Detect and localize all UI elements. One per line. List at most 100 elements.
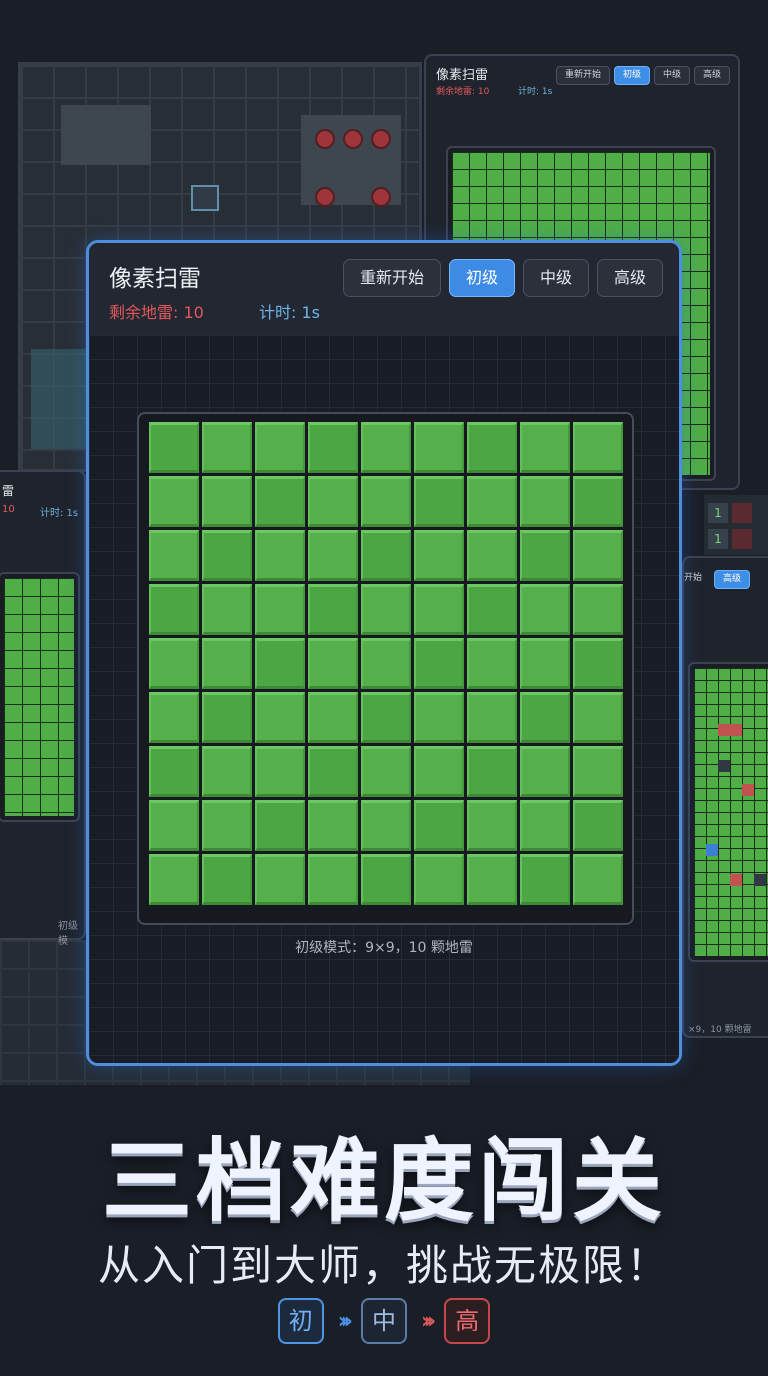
minefield-tile[interactable]: [255, 638, 305, 689]
minefield-tile[interactable]: [149, 422, 199, 473]
minefield-tile[interactable]: [573, 422, 623, 473]
minefield-tile[interactable]: [255, 746, 305, 797]
minefield-tile[interactable]: [361, 422, 411, 473]
minefield-tile[interactable]: [467, 692, 517, 743]
minefield-tile[interactable]: [149, 638, 199, 689]
minefield-tile[interactable]: [520, 854, 570, 905]
minefield-tile[interactable]: [520, 476, 570, 527]
minefield-tile[interactable]: [573, 854, 623, 905]
beginner-button[interactable]: 初级: [448, 259, 515, 297]
minefield-tile[interactable]: [573, 530, 623, 581]
intermediate-button[interactable]: 中级: [522, 259, 589, 297]
minefield-tile[interactable]: [149, 800, 199, 851]
preview-beginner-button[interactable]: 初级: [613, 66, 650, 85]
minefield-tile[interactable]: [149, 746, 199, 797]
revealed-mine-cell: [718, 724, 730, 736]
minefield-tile[interactable]: [308, 638, 358, 689]
preview-board: [688, 662, 768, 962]
preview-restart-button[interactable]: 重新开始: [555, 66, 610, 85]
minefield-tile[interactable]: [414, 692, 464, 743]
minefield-tile[interactable]: [573, 746, 623, 797]
minefield-tile[interactable]: [520, 530, 570, 581]
minefield-tile[interactable]: [149, 476, 199, 527]
preview-intermediate-button[interactable]: 中级: [653, 66, 690, 85]
minefield-tile[interactable]: [308, 854, 358, 905]
minefield-tile[interactable]: [573, 476, 623, 527]
minefield-tile[interactable]: [202, 638, 252, 689]
minefield-tile[interactable]: [414, 854, 464, 905]
expert-button[interactable]: 高级: [596, 259, 663, 297]
minefield-tile[interactable]: [255, 530, 305, 581]
level-badge-expert: 高: [444, 1298, 491, 1344]
minefield-tile[interactable]: [202, 584, 252, 635]
minefield-tile[interactable]: [308, 692, 358, 743]
preview-expert-button[interactable]: 高级: [693, 66, 730, 85]
minefield-tile[interactable]: [520, 692, 570, 743]
minefield-tile[interactable]: [149, 854, 199, 905]
minefield-tile[interactable]: [361, 530, 411, 581]
minefield-tile[interactable]: [414, 476, 464, 527]
minefield-tile[interactable]: [467, 422, 517, 473]
preview-board-grid[interactable]: [694, 668, 768, 956]
minefield-tile[interactable]: [573, 692, 623, 743]
minefield-tile[interactable]: [361, 800, 411, 851]
minefield-tile[interactable]: [149, 584, 199, 635]
minefield-tile[interactable]: [149, 692, 199, 743]
minefield-tile[interactable]: [202, 476, 252, 527]
minefield-tile[interactable]: [573, 584, 623, 635]
minefield-tile[interactable]: [361, 692, 411, 743]
minefield-tile[interactable]: [414, 530, 464, 581]
minefield-tile[interactable]: [255, 854, 305, 905]
minefield-tile[interactable]: [414, 800, 464, 851]
minefield-tile[interactable]: [255, 422, 305, 473]
minefield-tile[interactable]: [202, 746, 252, 797]
minefield-tile[interactable]: [467, 800, 517, 851]
minefield-tile[interactable]: [414, 746, 464, 797]
minefield-tile[interactable]: [202, 530, 252, 581]
minefield-tile[interactable]: [308, 476, 358, 527]
minefield-tile[interactable]: [255, 800, 305, 851]
minefield-tile[interactable]: [361, 746, 411, 797]
mine-icon: [317, 189, 333, 205]
preview-board-grid[interactable]: [4, 578, 74, 816]
minefield-tile[interactable]: [520, 638, 570, 689]
minefield-tile[interactable]: [520, 746, 570, 797]
minefield-tile[interactable]: [520, 422, 570, 473]
minefield-tile[interactable]: [255, 584, 305, 635]
minefield-tile[interactable]: [149, 530, 199, 581]
minefield-tile[interactable]: [467, 638, 517, 689]
minefield-tile[interactable]: [361, 638, 411, 689]
minefield-tile[interactable]: [414, 584, 464, 635]
minefield-tile[interactable]: [467, 584, 517, 635]
preview-timer: 计时: 1s: [40, 508, 79, 519]
minefield-tile[interactable]: [308, 746, 358, 797]
minefield-tile[interactable]: [467, 476, 517, 527]
minefield-tile[interactable]: [202, 422, 252, 473]
main-game-window: 像素扫雷 剩余地雷: 10 计时: 1s 重新开始 初级 中级 高级 初级模式：…: [86, 240, 682, 1066]
minefield-tile[interactable]: [520, 584, 570, 635]
minefield-tile[interactable]: [202, 854, 252, 905]
minefield-tile[interactable]: [202, 800, 252, 851]
minefield-tile[interactable]: [467, 746, 517, 797]
minefield-tile[interactable]: [520, 800, 570, 851]
minefield-tile[interactable]: [414, 422, 464, 473]
minefield-tile[interactable]: [255, 692, 305, 743]
minefield-tile[interactable]: [308, 800, 358, 851]
minefield-tile[interactable]: [361, 854, 411, 905]
promo-subtitle: 从入门到大师，挑战无极限！: [97, 1241, 670, 1290]
preview-expert-button[interactable]: 高级: [714, 570, 751, 589]
minefield-tile[interactable]: [255, 476, 305, 527]
minefield-tile[interactable]: [467, 854, 517, 905]
minefield-tile[interactable]: [308, 530, 358, 581]
minefield-tile[interactable]: [467, 530, 517, 581]
restart-button[interactable]: 重新开始: [342, 259, 441, 297]
minefield-tile[interactable]: [361, 584, 411, 635]
minefield-tile[interactable]: [308, 422, 358, 473]
minefield-tile[interactable]: [361, 476, 411, 527]
minefield-tile[interactable]: [202, 692, 252, 743]
minefield-tile[interactable]: [308, 584, 358, 635]
minefield-tile[interactable]: [414, 638, 464, 689]
difficulty-button-group: 重新开始 初级 中级 高级: [342, 259, 663, 297]
minefield-tile[interactable]: [573, 800, 623, 851]
minefield-tile[interactable]: [573, 638, 623, 689]
